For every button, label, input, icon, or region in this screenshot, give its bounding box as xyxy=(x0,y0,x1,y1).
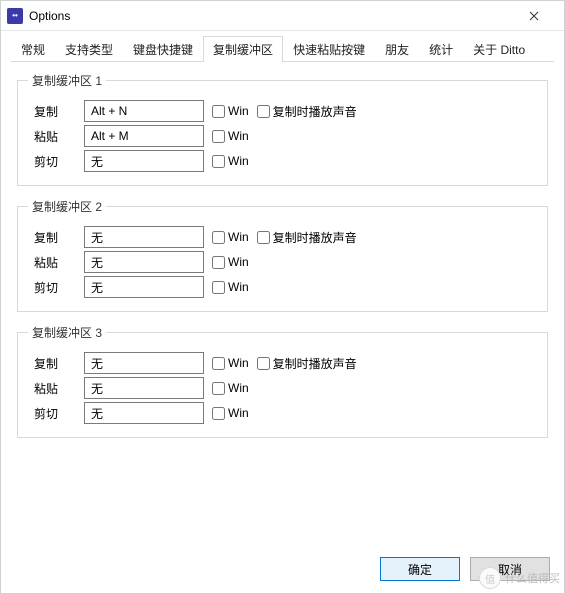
tab-quick-paste-keys[interactable]: 快速粘贴按键 xyxy=(283,36,375,62)
ok-button[interactable]: 确定 xyxy=(380,557,460,581)
buffer-1-paste-win[interactable]: Win xyxy=(212,129,249,143)
buffer-3-paste-input[interactable] xyxy=(84,377,204,399)
buffer-1-cut-input[interactable] xyxy=(84,150,204,172)
buffer-1-copy-label: 复制 xyxy=(28,103,76,120)
footer-buttons: 确定 取消 xyxy=(380,557,550,581)
buffer-1-cut-label: 剪切 xyxy=(28,153,76,170)
tabstrip: 常规 支持类型 键盘快捷键 复制缓冲区 快速粘贴按键 朋友 统计 关于 Ditt… xyxy=(1,31,564,61)
buffer-3-legend: 复制缓冲区 3 xyxy=(28,324,106,341)
buffer-3-cut-label: 剪切 xyxy=(28,405,76,422)
buffer-2-cut-input[interactable] xyxy=(84,276,204,298)
buffer-3-play-sound[interactable]: 复制时播放声音 xyxy=(257,355,357,372)
buffer-1-group: 复制缓冲区 1 复制 Win 复制时播放声音 粘贴 Win 剪切 Win xyxy=(17,72,548,186)
titlebar: •• Options xyxy=(1,1,564,31)
buffer-1-play-sound[interactable]: 复制时播放声音 xyxy=(257,103,357,120)
buffer-1-paste-label: 粘贴 xyxy=(28,128,76,145)
buffer-3-copy-input[interactable] xyxy=(84,352,204,374)
app-icon: •• xyxy=(7,8,23,24)
buffer-2-group: 复制缓冲区 2 复制 Win 复制时播放声音 粘贴 Win 剪切 Win xyxy=(17,198,548,312)
window-title: Options xyxy=(29,9,70,23)
tab-stats[interactable]: 统计 xyxy=(419,36,463,62)
buffer-2-copy-input[interactable] xyxy=(84,226,204,248)
buffer-2-paste-label: 粘贴 xyxy=(28,254,76,271)
cancel-button[interactable]: 取消 xyxy=(470,557,550,581)
tab-content: 复制缓冲区 1 复制 Win 复制时播放声音 粘贴 Win 剪切 Win 复制缓… xyxy=(1,62,564,438)
tab-copy-buffers[interactable]: 复制缓冲区 xyxy=(203,36,283,62)
buffer-3-group: 复制缓冲区 3 复制 Win 复制时播放声音 粘贴 Win 剪切 Win xyxy=(17,324,548,438)
buffer-2-cut-label: 剪切 xyxy=(28,279,76,296)
buffer-3-copy-label: 复制 xyxy=(28,355,76,372)
buffer-2-play-sound[interactable]: 复制时播放声音 xyxy=(257,229,357,246)
buffer-1-copy-win[interactable]: Win xyxy=(212,104,249,118)
tab-general[interactable]: 常规 xyxy=(11,36,55,62)
close-icon xyxy=(529,11,539,21)
buffer-2-legend: 复制缓冲区 2 xyxy=(28,198,106,215)
buffer-3-copy-win[interactable]: Win xyxy=(212,356,249,370)
tab-about-ditto[interactable]: 关于 Ditto xyxy=(463,36,535,62)
buffer-2-copy-win[interactable]: Win xyxy=(212,230,249,244)
buffer-2-paste-input[interactable] xyxy=(84,251,204,273)
buffer-1-copy-input[interactable] xyxy=(84,100,204,122)
tab-supported-types[interactable]: 支持类型 xyxy=(55,36,123,62)
buffer-3-paste-label: 粘贴 xyxy=(28,380,76,397)
buffer-2-paste-win[interactable]: Win xyxy=(212,255,249,269)
tab-friends[interactable]: 朋友 xyxy=(375,36,419,62)
buffer-2-cut-win[interactable]: Win xyxy=(212,280,249,294)
buffer-1-paste-input[interactable] xyxy=(84,125,204,147)
tab-keyboard-shortcuts[interactable]: 键盘快捷键 xyxy=(123,36,203,62)
buffer-3-paste-win[interactable]: Win xyxy=(212,381,249,395)
buffer-1-cut-win[interactable]: Win xyxy=(212,154,249,168)
buffer-2-copy-label: 复制 xyxy=(28,229,76,246)
buffer-3-cut-input[interactable] xyxy=(84,402,204,424)
buffer-3-cut-win[interactable]: Win xyxy=(212,406,249,420)
close-button[interactable] xyxy=(512,2,556,30)
buffer-1-legend: 复制缓冲区 1 xyxy=(28,72,106,89)
